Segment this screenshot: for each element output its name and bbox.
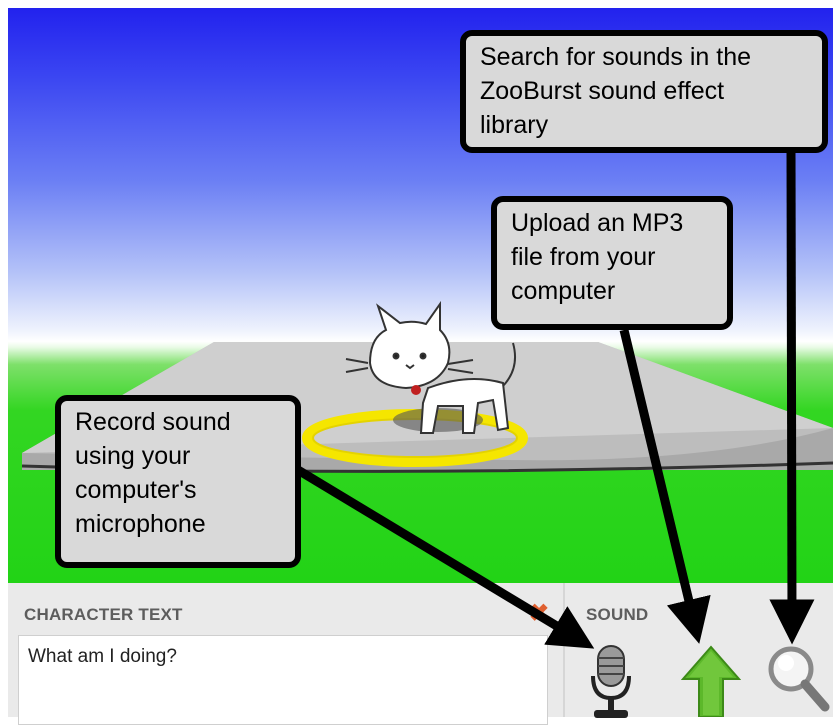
bottom-panel: CHARACTER TEXT ✖ What am I doing? SOUND (8, 583, 833, 725)
callout-line: file from your (511, 243, 656, 271)
callout-line: Search for sounds in the (480, 43, 751, 71)
callout-line: computer's (75, 476, 197, 504)
panel-divider (563, 583, 565, 717)
sound-title: SOUND (586, 605, 649, 624)
search-callout: Search for sounds in the ZooBurst sound … (460, 30, 828, 153)
upload-arrow-icon[interactable] (680, 645, 742, 718)
callout-line: using your (75, 442, 191, 470)
callout-line: microphone (75, 510, 206, 538)
callout-line: library (480, 111, 549, 139)
upload-callout: Upload an MP3 file from your computer (491, 196, 733, 330)
record-callout: Record sound using your computer's micro… (55, 395, 301, 568)
character-text-input[interactable]: What am I doing? (18, 635, 548, 725)
character-text-title: CHARACTER TEXT (24, 605, 183, 624)
microphone-icon[interactable] (588, 638, 634, 720)
callout-line: ZooBurst sound effect (480, 77, 725, 105)
callout-line: Upload an MP3 (511, 209, 684, 237)
magnifier-icon[interactable] (765, 641, 831, 717)
callout-line: Record sound (75, 408, 231, 436)
close-icon[interactable]: ✖ (529, 599, 549, 628)
callout-line: computer (511, 277, 616, 305)
